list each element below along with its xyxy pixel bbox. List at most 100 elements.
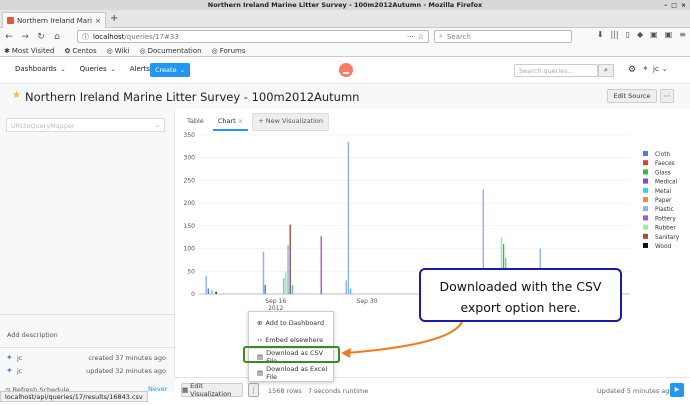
avatar: ✦ [6,366,13,375]
bar [287,244,289,294]
bookmark-documentation[interactable]: ◎ Documentation [140,47,202,55]
more-actions-button[interactable]: ⋮ [248,383,259,397]
download-icon[interactable]: ⬇ [597,30,604,39]
file-icon: ▤ [257,368,264,377]
calendar-icon: ▦ [182,386,189,394]
y-tick-label: 350 [184,132,196,139]
page-title[interactable]: Northern Ireland Marine Litter Survey - … [25,90,359,104]
legend-label: Faeces [655,161,675,167]
download-excel-item[interactable]: ▤ Download as Excel File [249,365,335,381]
chevron-down-icon: ⌄ [110,66,116,73]
bar [320,236,322,294]
avatar: ✦ [642,64,649,73]
legend-swatch [643,243,648,248]
tab-title: Northern Ireland Marine L [17,16,92,25]
bar [205,275,207,294]
main-nav: Dashboards ⌄ Queries ⌄ Alerts [15,65,150,73]
info-icon[interactable]: ⓘ [82,32,89,42]
embed-elsewhere-item[interactable]: ‹› Embed elsewhere [249,333,335,346]
chevron-down-icon: ⌄ [661,65,668,73]
window-title-text: Northern Ireland Marine Litter Survey - … [207,1,483,9]
sidebar-icon[interactable]: ▯ [626,30,630,39]
bookmark-forums[interactable]: ◎ Forums [212,47,246,55]
run-button[interactable]: ▶ [670,383,684,397]
edit-visualization-button[interactable]: ▦ Edit Visualization [181,382,243,398]
redash-logo[interactable] [339,63,353,77]
more-options-button[interactable]: ⋯ [660,89,674,103]
menu-icon[interactable]: ≡ [679,30,686,39]
bar [285,271,287,294]
legend-swatch [643,178,648,184]
legend-swatch [643,151,648,156]
forward-icon[interactable]: → [20,32,30,42]
back-icon[interactable]: ← [4,32,14,42]
globe-icon: ◎ [211,46,218,55]
extension-icon[interactable]: ▣ [650,30,658,39]
url-host: localhost [93,32,125,41]
runtime: 7 seconds runtime [307,387,369,395]
browser-tools: ⬇ ||| ▯ ◆ ▣ ▣ ≡ [597,30,686,39]
create-button[interactable]: Create ⌄ [150,63,190,77]
left-panel: URLtoQueryMapper ⌄ Add description ✦ jc … [0,109,175,377]
schema-select[interactable]: URLtoQueryMapper ⌄ [6,118,165,132]
new-tab-icon[interactable]: + [110,13,118,24]
page-header: ★ Northern Ireland Marine Litter Survey … [0,84,690,109]
home-icon[interactable]: ⌂ [52,32,62,42]
nav-alerts[interactable]: Alerts [130,65,150,73]
bar [211,290,213,294]
legend-label: Glass [655,170,671,176]
refresh-schedule-row: ◷ Refresh Schedule Never [0,377,175,394]
divider [0,314,175,315]
browser-tab[interactable]: Northern Ireland Marine L × [2,12,106,28]
bar [207,288,210,294]
app-header: Dashboards ⌄ Queries ⌄ Alerts Create ⌄ Sear… [0,58,690,84]
user-menu[interactable]: ✦ jc ⌄ [642,64,668,74]
chevron-down-icon: ⌄ [179,66,186,74]
page-actions-icon[interactable]: ··· [407,33,414,41]
url-path: /queries/17#33 [124,32,179,41]
url-bar[interactable]: ⓘ localhost/queries/17#33 ··· ☆ [77,30,429,43]
tab-close-icon[interactable]: × [95,17,101,25]
bookmark-star-icon[interactable]: ☆ [418,33,424,41]
browser-search[interactable]: ⌕ Search [434,30,572,43]
y-tick-label: 300 [184,155,196,162]
bar [347,141,350,294]
search-icon: ⌕ [604,66,608,74]
code-icon: ‹› [257,335,263,344]
bar [215,291,217,294]
nav-queries[interactable]: Queries ⌄ [80,65,116,73]
shield-icon[interactable]: ◆ [637,30,643,39]
row-count: 1568 rows [268,387,302,395]
bar [289,224,291,294]
gear-icon: ✱ [4,46,10,55]
favorite-star-icon[interactable]: ★ [12,90,21,101]
legend-label: Paper [655,198,672,204]
add-description-link[interactable]: Add description [7,331,58,339]
legend-label: Metal [655,189,671,195]
updated-row: ✦ jc updated 32 minutes ago [6,366,166,376]
y-tick-label: 0 [191,291,195,298]
extension2-icon[interactable]: ▣ [665,30,673,39]
query-search-button[interactable]: ⌕ [598,64,614,77]
nav-dashboards[interactable]: Dashboards ⌄ [15,65,66,73]
bookmark-most-visited[interactable]: ✱ Most Visited [4,47,54,55]
refresh-schedule-value[interactable]: Never [148,385,167,393]
query-search-input[interactable]: Search queries... [514,64,598,77]
chevron-down-icon: ⌄ [154,122,160,129]
reload-icon[interactable]: ↻ [36,32,46,42]
bookmark-centos[interactable]: ✿ Centos [64,47,96,55]
legend-label: Plastic [655,207,674,213]
bookmark-wiki[interactable]: ◎ Wiki [107,47,130,55]
legend-swatch [643,224,648,230]
legend-swatch [643,233,648,239]
legend-swatch [643,187,648,193]
bar [345,280,347,294]
divider [0,347,175,348]
settings-icon[interactable]: ⚙ [628,65,636,75]
updated-text: Updated 5 minutes ago [597,387,674,395]
edit-source-button[interactable]: Edit Source [607,89,657,103]
add-to-dashboard-item[interactable]: ⊕ Add to Dashboard [249,316,335,329]
window-title: Northern Ireland Marine Litter Survey - … [0,0,690,10]
legend-label: Medical [655,180,678,186]
library-icon[interactable]: ||| [611,30,619,39]
